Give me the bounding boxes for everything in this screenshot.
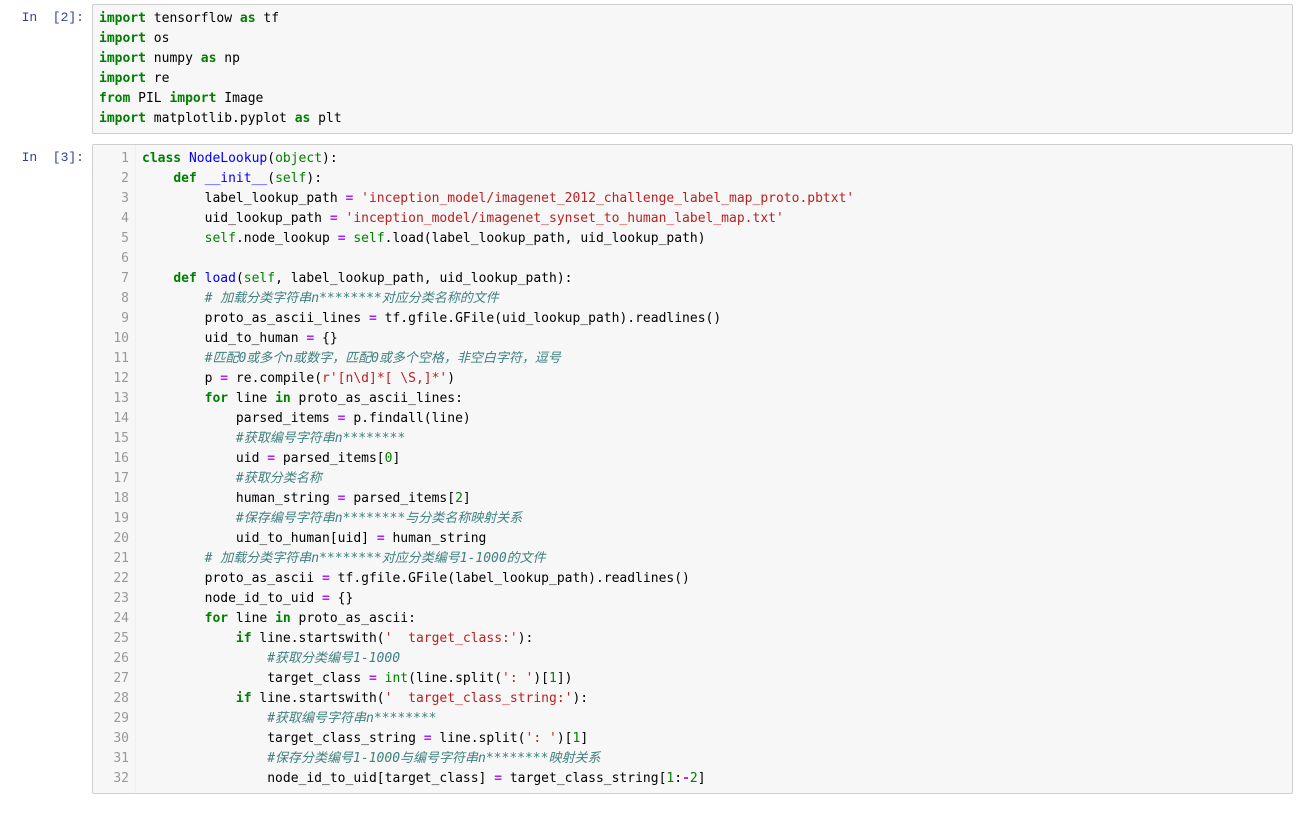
code-line: #获取编号字符串n********: [142, 709, 1292, 729]
code-line: import os: [99, 29, 1286, 49]
line-number: 8: [93, 289, 129, 309]
line-number: 4: [93, 209, 129, 229]
line-number: 11: [93, 349, 129, 369]
code-line: class NodeLookup(object):: [142, 149, 1292, 169]
code-line: # 加载分类字符串n********对应分类编号1-1000的文件: [142, 549, 1292, 569]
line-number: 3: [93, 189, 129, 209]
code-body-cell-3[interactable]: class NodeLookup(object): def __init__(s…: [136, 145, 1292, 793]
code-line: import numpy as np: [99, 49, 1286, 69]
notebook: In [2]: import tensorflow as tfimport os…: [0, 0, 1299, 814]
code-line: #获取分类编号1-1000: [142, 649, 1292, 669]
line-number: 10: [93, 329, 129, 349]
code-line: #获取分类名称: [142, 469, 1292, 489]
code-line: parsed_items = p.findall(line): [142, 409, 1292, 429]
code-line: uid = parsed_items[0]: [142, 449, 1292, 469]
code-line: p = re.compile(r'[n\d]*[ \S,]*'): [142, 369, 1292, 389]
line-number: 29: [93, 709, 129, 729]
code-line: if line.startswith(' target_class:'):: [142, 629, 1292, 649]
code-line: #保存编号字符串n********与分类名称映射关系: [142, 509, 1292, 529]
code-line: #匹配0或多个n或数字，匹配0或多个空格，非空白字符，逗号: [142, 349, 1292, 369]
line-number: 31: [93, 749, 129, 769]
code-line: for line in proto_as_ascii_lines:: [142, 389, 1292, 409]
line-number: 5: [93, 229, 129, 249]
line-number: 27: [93, 669, 129, 689]
line-number: 9: [93, 309, 129, 329]
line-number: 23: [93, 589, 129, 609]
prompt-in-2: In [2]:: [6, 4, 92, 28]
code-line: target_class = int(line.split(': ')[1]): [142, 669, 1292, 689]
line-number: 28: [93, 689, 129, 709]
line-number: 14: [93, 409, 129, 429]
code-input-cell-2[interactable]: import tensorflow as tfimport osimport n…: [92, 4, 1293, 134]
code-line: uid_to_human = {}: [142, 329, 1292, 349]
line-number: 30: [93, 729, 129, 749]
code-line: self.node_lookup = self.load(label_looku…: [142, 229, 1292, 249]
line-number: 22: [93, 569, 129, 589]
cell-in-3: In [3]: 12345678910111213141516171819202…: [6, 144, 1293, 794]
line-number: 21: [93, 549, 129, 569]
code-line: node_id_to_uid[target_class] = target_cl…: [142, 769, 1292, 789]
code-line: label_lookup_path = 'inception_model/ima…: [142, 189, 1292, 209]
code-line: def __init__(self):: [142, 169, 1292, 189]
line-number: 20: [93, 529, 129, 549]
code-line: proto_as_ascii_lines = tf.gfile.GFile(ui…: [142, 309, 1292, 329]
code-line: target_class_string = line.split(': ')[1…: [142, 729, 1292, 749]
code-line: uid_lookup_path = 'inception_model/image…: [142, 209, 1292, 229]
code-line: node_id_to_uid = {}: [142, 589, 1292, 609]
code-line: human_string = parsed_items[2]: [142, 489, 1292, 509]
cell-in-2: In [2]: import tensorflow as tfimport os…: [6, 4, 1293, 134]
code-line: def load(self, label_lookup_path, uid_lo…: [142, 269, 1292, 289]
code-line: import re: [99, 69, 1286, 89]
code-line: import matplotlib.pyplot as plt: [99, 109, 1286, 129]
prompt-in-3: In [3]:: [6, 144, 92, 168]
code-line: from PIL import Image: [99, 89, 1286, 109]
line-number: 17: [93, 469, 129, 489]
line-number: 12: [93, 369, 129, 389]
line-number-gutter: 1234567891011121314151617181920212223242…: [93, 145, 136, 793]
code-line: if line.startswith(' target_class_string…: [142, 689, 1292, 709]
line-number: 26: [93, 649, 129, 669]
line-number: 32: [93, 769, 129, 789]
code-line: import tensorflow as tf: [99, 9, 1286, 29]
line-number: 24: [93, 609, 129, 629]
code-line: for line in proto_as_ascii:: [142, 609, 1292, 629]
code-line: uid_to_human[uid] = human_string: [142, 529, 1292, 549]
code-line: [142, 249, 1292, 269]
line-number: 1: [93, 149, 129, 169]
code-input-cell-3[interactable]: 1234567891011121314151617181920212223242…: [92, 144, 1293, 794]
line-number: 13: [93, 389, 129, 409]
line-number: 25: [93, 629, 129, 649]
line-number: 16: [93, 449, 129, 469]
line-number: 7: [93, 269, 129, 289]
code-line: #获取编号字符串n********: [142, 429, 1292, 449]
line-number: 19: [93, 509, 129, 529]
code-line: proto_as_ascii = tf.gfile.GFile(label_lo…: [142, 569, 1292, 589]
line-number: 2: [93, 169, 129, 189]
line-number: 6: [93, 249, 129, 269]
code-line: # 加载分类字符串n********对应分类名称的文件: [142, 289, 1292, 309]
line-number: 15: [93, 429, 129, 449]
line-number: 18: [93, 489, 129, 509]
code-line: #保存分类编号1-1000与编号字符串n********映射关系: [142, 749, 1292, 769]
